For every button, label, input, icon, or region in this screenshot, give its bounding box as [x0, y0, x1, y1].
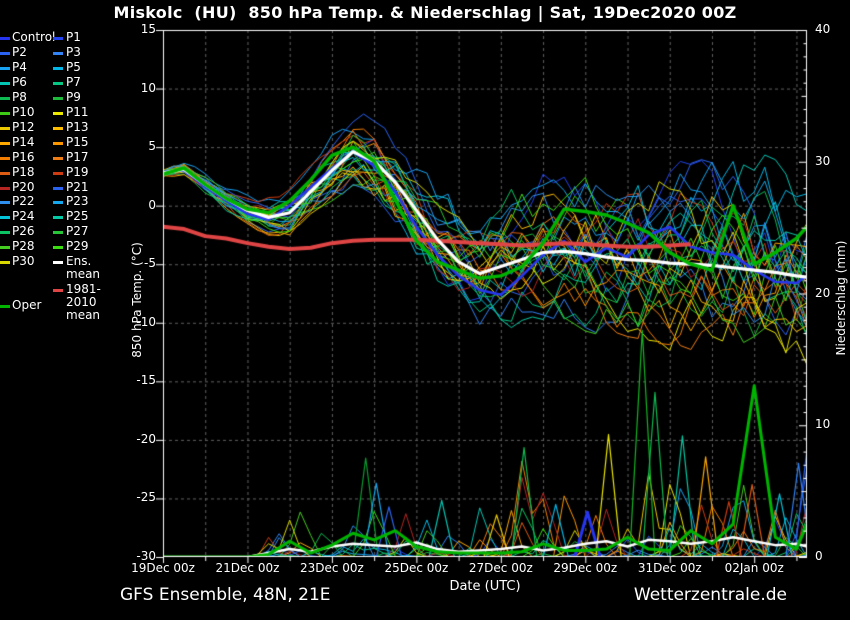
legend-label: P7	[66, 76, 81, 89]
legend-swatch	[53, 216, 63, 219]
legend-swatch	[53, 67, 63, 70]
footer-site-name: Wetterzentrale.de	[634, 585, 787, 605]
x-tick-label: 31Dec 00z	[625, 561, 715, 575]
legend-swatch	[0, 187, 10, 190]
legend-label: P29	[66, 240, 89, 253]
legend-label: P6	[12, 76, 27, 89]
legend-swatch	[53, 82, 63, 85]
meteogram: Miskolc (HU) 850 hPa Temp. & Niederschla…	[0, 0, 850, 620]
y-left-tick-label: -5	[118, 256, 156, 270]
x-tick-label: 25Dec 00z	[371, 561, 461, 575]
legend-swatch	[0, 127, 10, 130]
legend-label: P14	[12, 136, 35, 149]
legend-label: P20	[12, 181, 35, 194]
legend-swatch	[0, 52, 10, 55]
x-tick-label: 27Dec 00z	[456, 561, 546, 575]
legend-label: P10	[12, 106, 35, 119]
legend-label: P17	[66, 151, 89, 164]
legend-label: P12	[12, 121, 35, 134]
legend-swatch	[0, 231, 10, 234]
footer-model-info: GFS Ensemble, 48N, 21E	[120, 585, 331, 605]
legend-label: P30	[12, 255, 35, 268]
y-right-tick-label: 40	[815, 22, 850, 36]
y-left-tick-label: 0	[118, 198, 156, 212]
y-left-tick-label: -10	[118, 315, 156, 329]
legend-label: P25	[66, 210, 89, 223]
legend-swatch	[53, 172, 63, 175]
x-tick-label: 02Jan 00z	[709, 561, 799, 575]
legend-swatch	[0, 157, 10, 160]
legend-swatch	[53, 201, 63, 204]
legend-label: P21	[66, 181, 89, 194]
y-right-tick-label: 20	[815, 286, 850, 300]
legend-swatch	[0, 261, 10, 264]
legend-label: P22	[12, 195, 35, 208]
legend-swatch	[0, 201, 10, 204]
legend-label: P24	[12, 210, 35, 223]
y-left-tick-label: 10	[118, 81, 156, 95]
legend-label: Oper	[12, 299, 41, 312]
chart-title: Miskolc (HU) 850 hPa Temp. & Niederschla…	[0, 3, 850, 22]
legend-label: P13	[66, 121, 89, 134]
legend-swatch	[53, 261, 63, 264]
legend-label: P23	[66, 195, 89, 208]
legend-swatch	[0, 82, 10, 85]
legend-label: P3	[66, 46, 81, 59]
legend-swatch	[0, 246, 10, 249]
legend-label: P4	[12, 61, 27, 74]
legend-label: P15	[66, 136, 89, 149]
legend-label: P28	[12, 240, 35, 253]
legend-swatch	[53, 97, 63, 100]
legend-label: P16	[12, 151, 35, 164]
y-left-tick-label: -15	[118, 373, 156, 387]
x-tick-label: 21Dec 00z	[202, 561, 292, 575]
legend-swatch	[0, 216, 10, 219]
legend-swatch	[0, 172, 10, 175]
y-left-tick-label: -25	[118, 490, 156, 504]
x-tick-label: 23Dec 00z	[287, 561, 377, 575]
legend-label: P19	[66, 166, 89, 179]
legend-label: P27	[66, 225, 89, 238]
y-left-tick-label: -20	[118, 432, 156, 446]
legend-swatch	[53, 112, 63, 115]
y-right-tick-label: 0	[815, 549, 850, 563]
legend-label: P5	[66, 61, 81, 74]
legend-swatch	[53, 187, 63, 190]
legend-label: P8	[12, 91, 27, 104]
legend-swatch	[53, 127, 63, 130]
legend-swatch	[0, 112, 10, 115]
legend-swatch	[53, 246, 63, 249]
x-axis-label: Date (UTC)	[385, 579, 585, 594]
x-tick-label: 19Dec 00z	[118, 561, 208, 575]
legend-label: P11	[66, 106, 89, 119]
y-right-tick-label: 10	[815, 417, 850, 431]
legend-swatch	[53, 37, 63, 40]
y-left-tick-label: 15	[118, 22, 156, 36]
legend-swatch	[53, 289, 63, 292]
legend-label: Ens. mean	[66, 255, 100, 281]
legend-swatch	[0, 97, 10, 100]
legend-swatch	[0, 37, 10, 40]
legend-swatch	[0, 67, 10, 70]
legend-label: P26	[12, 225, 35, 238]
legend-label: P18	[12, 166, 35, 179]
legend-swatch	[53, 52, 63, 55]
legend-label: P1	[66, 31, 81, 44]
legend-label: Control	[12, 31, 55, 44]
y-right-tick-label: 30	[815, 154, 850, 168]
legend-label: 1981-2010 mean	[66, 283, 101, 322]
x-tick-label: 29Dec 00z	[540, 561, 630, 575]
legend-swatch	[0, 142, 10, 145]
legend-swatch	[53, 231, 63, 234]
legend-label: P2	[12, 46, 27, 59]
legend-label: P9	[66, 91, 81, 104]
y-left-tick-label: 5	[118, 139, 156, 153]
legend-swatch	[53, 157, 63, 160]
legend-swatch	[0, 305, 10, 308]
legend-swatch	[53, 142, 63, 145]
